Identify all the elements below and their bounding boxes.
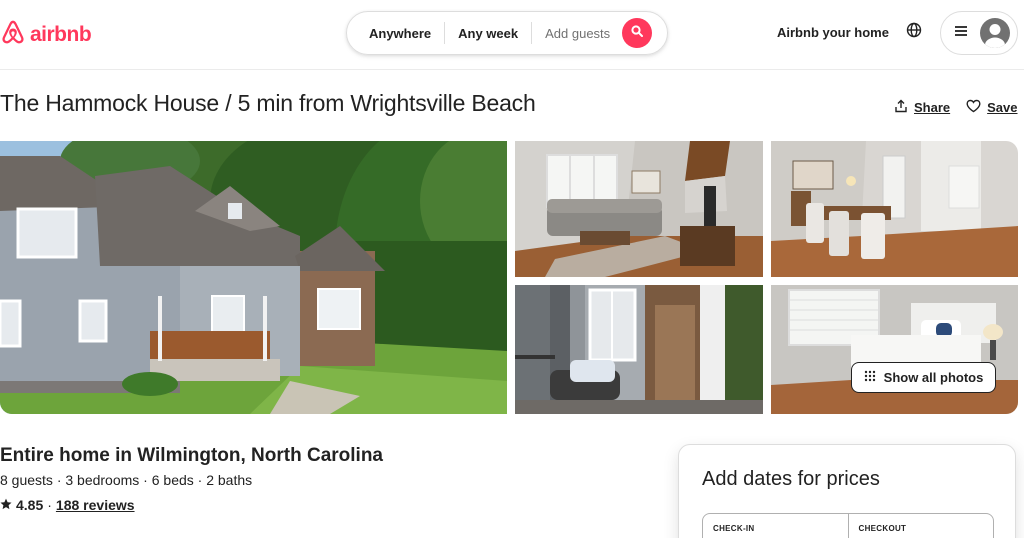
grid-dots-icon [864,370,876,385]
listing-actions: Share Save [894,99,1018,116]
main-photo-house-exterior[interactable] [0,141,507,414]
airbnb-wordmark: airbnb [30,22,92,46]
heart-icon [966,99,981,116]
globe-icon [906,22,922,43]
airbnb-logo[interactable]: airbnb [0,18,92,51]
booking-title: Add dates for prices [702,468,880,490]
save-button[interactable]: Save [966,99,1018,116]
airbnb-logo-icon [0,18,26,51]
checkout-field[interactable]: CHECKOUT [847,514,994,538]
listing-title: The Hammock House / 5 min from Wrightsvi… [0,90,536,116]
photo-dining-room[interactable] [771,141,1018,277]
photo-living-room[interactable] [515,141,763,277]
search-bar[interactable]: Anywhere Any week Add guests [346,11,668,55]
home-type-heading: Entire home in Wilmington, North Carolin… [0,445,383,466]
photo-porch[interactable] [515,285,763,414]
hamburger-menu-icon [954,24,968,42]
checkin-field[interactable]: CHECK-IN [703,514,848,538]
rating-row: 4.85 · 188 reviews [0,497,135,513]
host-link[interactable]: Airbnb your home [777,25,889,40]
share-button[interactable]: Share [894,99,950,116]
show-all-photos-label: Show all photos [883,370,984,385]
home-specs: 8 guests · 3 bedrooms · 6 beds · 2 baths [0,472,253,488]
star-icon [0,497,12,513]
reviews-link[interactable]: 188 reviews [56,497,135,513]
search-location[interactable]: Anywhere [347,26,444,41]
user-avatar-icon [980,18,1010,48]
user-menu-button[interactable] [940,11,1018,55]
search-icon [631,24,644,42]
share-icon [894,99,908,116]
booking-card: Add dates for prices CHECK-IN CHECKOUT [678,444,1016,538]
rating-separator: · [47,497,52,513]
top-header: airbnb Anywhere Any week Add guests Airb… [0,0,1024,70]
save-label: Save [987,100,1018,115]
photo-bedroom[interactable] [771,285,1018,414]
search-button[interactable] [622,18,653,48]
date-picker[interactable]: CHECK-IN CHECKOUT [702,513,994,538]
rating-value: 4.85 [16,497,44,513]
language-button[interactable] [902,20,926,44]
search-dates[interactable]: Any week [445,26,531,41]
search-guests[interactable]: Add guests [532,26,618,41]
share-label: Share [914,100,951,115]
show-all-photos-button[interactable]: Show all photos [851,362,996,393]
